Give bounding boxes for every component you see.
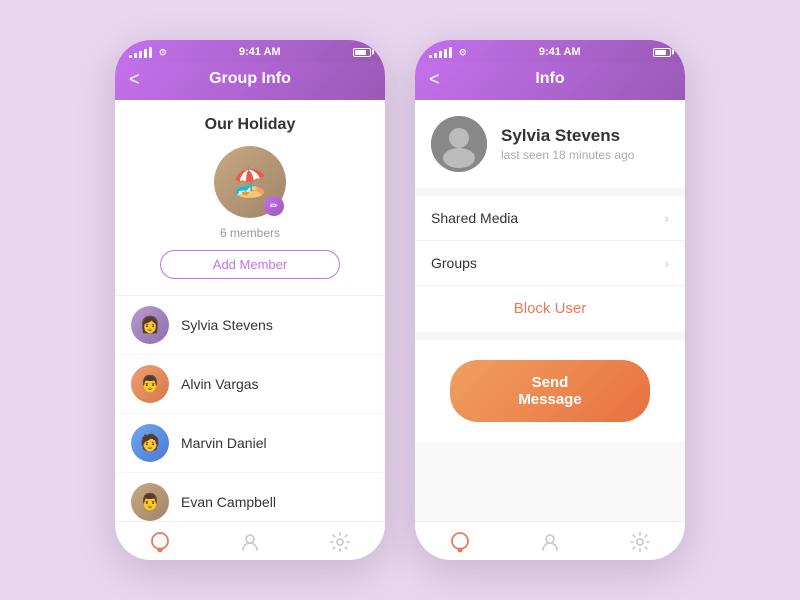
member-name: Alvin Vargas: [181, 376, 259, 392]
tab-bar-2: [415, 521, 685, 560]
avatar: 👨: [131, 365, 169, 403]
wifi-icon-2: ⊙: [459, 47, 467, 58]
edit-avatar-badge[interactable]: ✏: [264, 196, 284, 216]
nav-title-2: Info: [535, 70, 564, 88]
tab-contacts-1[interactable]: [238, 530, 262, 554]
signal-area: ⊙: [129, 47, 167, 58]
battery-icon-2: [653, 48, 671, 57]
group-info-section: Our Holiday 🏖️ ✏ 6 members Add Member: [115, 100, 385, 296]
shared-media-label: Shared Media: [431, 210, 518, 226]
status-time-2: 9:41 AM: [539, 46, 581, 58]
shared-media-item[interactable]: Shared Media ›: [415, 196, 685, 241]
phone-1: ⊙ 9:41 AM < Group Info Our Holiday 🏖️ ✏ …: [115, 40, 385, 560]
phone1-content: Our Holiday 🏖️ ✏ 6 members Add Member 👩 …: [115, 100, 385, 521]
group-title: Our Holiday: [205, 116, 296, 134]
signal-icon: [129, 47, 152, 58]
send-message-button[interactable]: Send Message: [450, 360, 650, 422]
status-bar-1: ⊙ 9:41 AM: [115, 40, 385, 62]
block-user-section: Block User: [415, 286, 685, 340]
avatar: 👨: [131, 483, 169, 521]
signal-icon-2: [429, 47, 452, 58]
member-name: Sylvia Stevens: [181, 317, 273, 333]
group-avatar-wrap: 🏖️ ✏: [214, 146, 286, 218]
phone-2: ⊙ 9:41 AM < Info Sylvia Stev: [415, 40, 685, 560]
tab-settings-2[interactable]: [628, 530, 652, 554]
battery-icon-1: [353, 48, 371, 57]
list-item[interactable]: 👩 Sylvia Stevens: [115, 296, 385, 355]
list-item[interactable]: 👨 Evan Campbell: [115, 473, 385, 521]
members-count: 6 members: [220, 226, 280, 240]
signal-area-2: ⊙: [429, 47, 467, 58]
back-button-2[interactable]: <: [429, 69, 440, 90]
user-avatar: [431, 116, 487, 172]
list-item[interactable]: 🧑 Marvin Daniel: [115, 414, 385, 473]
list-item[interactable]: 👨 Alvin Vargas: [115, 355, 385, 414]
block-user-button[interactable]: Block User: [514, 300, 587, 317]
nav-bar-1: < Group Info: [115, 62, 385, 100]
status-time-1: 9:41 AM: [239, 46, 281, 58]
tab-chat-2[interactable]: [448, 530, 472, 554]
member-name: Evan Campbell: [181, 494, 276, 510]
chevron-right-icon-2: ›: [664, 255, 669, 271]
tab-settings-1[interactable]: [328, 530, 352, 554]
member-name: Marvin Daniel: [181, 435, 267, 451]
user-status: last seen 18 minutes ago: [501, 148, 634, 162]
tab-bar-1: [115, 521, 385, 560]
wifi-icon: ⊙: [159, 47, 167, 58]
tab-chat-1[interactable]: [148, 530, 172, 554]
nav-bar-2: < Info: [415, 62, 685, 100]
send-message-section: Send Message: [415, 340, 685, 442]
groups-item[interactable]: Groups ›: [415, 241, 685, 286]
user-info-section: Sylvia Stevens last seen 18 minutes ago: [415, 100, 685, 196]
avatar: 🧑: [131, 424, 169, 462]
tab-contacts-2[interactable]: [538, 530, 562, 554]
user-avatar-img: [431, 116, 487, 172]
member-list: 👩 Sylvia Stevens 👨 Alvin Vargas 🧑 Marvin…: [115, 296, 385, 521]
user-name: Sylvia Stevens: [501, 126, 634, 146]
phone2-content: Sylvia Stevens last seen 18 minutes ago …: [415, 100, 685, 521]
groups-label: Groups: [431, 255, 477, 271]
add-member-button[interactable]: Add Member: [160, 250, 340, 279]
info-list: Shared Media › Groups ›: [415, 196, 685, 286]
status-bar-2: ⊙ 9:41 AM: [415, 40, 685, 62]
nav-title-1: Group Info: [209, 70, 291, 88]
user-info-text: Sylvia Stevens last seen 18 minutes ago: [501, 126, 634, 162]
avatar: 👩: [131, 306, 169, 344]
chevron-right-icon: ›: [664, 210, 669, 226]
back-button-1[interactable]: <: [129, 69, 140, 90]
